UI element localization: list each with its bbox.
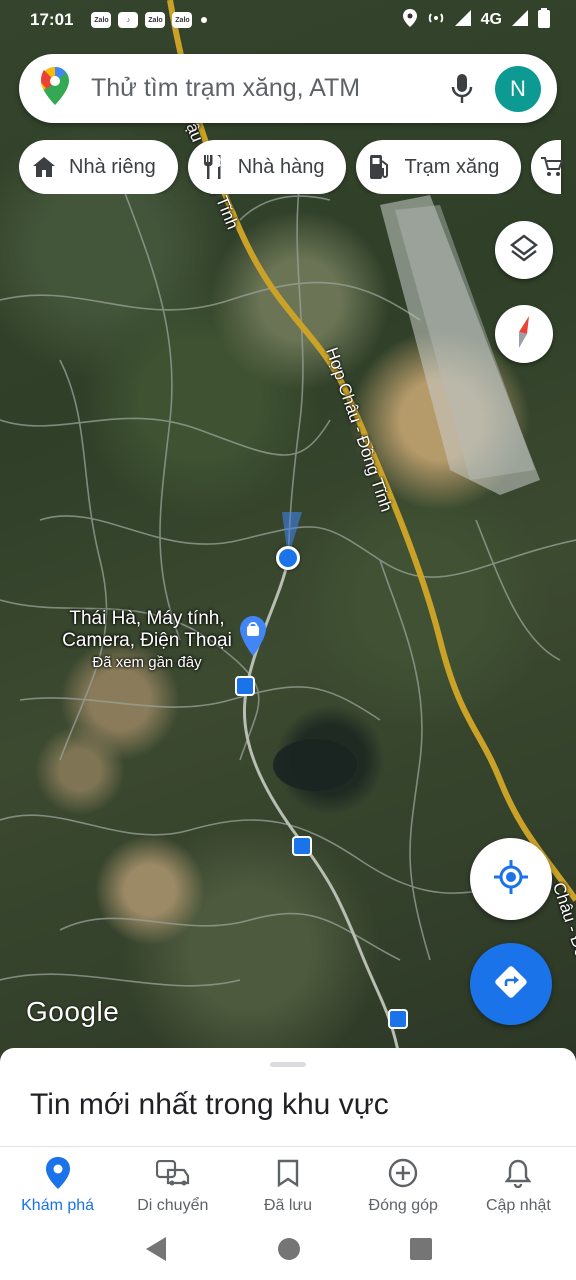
notification-zalo-icon: Zalo (172, 12, 193, 28)
bus-stop-icon[interactable] (388, 1009, 408, 1029)
bottom-navigation: Khám phá Di chuyển Đã lưu Đóng góp Cập n… (0, 1146, 576, 1222)
microphone-icon[interactable] (451, 73, 473, 104)
notification-zalo-icon: Zalo (91, 12, 112, 28)
compass-button[interactable] (495, 305, 553, 363)
google-logo: Google (26, 996, 120, 1027)
chip-label: Nhà hàng (237, 155, 325, 178)
directions-button[interactable] (470, 943, 552, 1025)
chip-gas-stations[interactable]: Trạm xăng (356, 140, 522, 194)
search-input[interactable]: Thử tìm trạm xăng, ATM (91, 74, 451, 103)
restaurant-icon (202, 155, 224, 179)
place-name-line1: Thái Hà, Máy tính, (69, 608, 225, 629)
bookmark-icon (277, 1157, 299, 1189)
directions-icon (494, 965, 528, 1004)
nav-label: Đóng góp (368, 1197, 438, 1214)
chip-restaurants[interactable]: Nhà hàng (187, 140, 347, 194)
more-notifications-dot (201, 17, 208, 23)
my-location-button[interactable] (470, 838, 552, 920)
nav-saved[interactable]: Đã lưu (230, 1147, 345, 1222)
bus-stop-icon[interactable] (235, 676, 255, 696)
chip-label: Trạm xăng (404, 155, 500, 178)
nav-updates[interactable]: Cập nhật (461, 1147, 576, 1222)
bottom-sheet[interactable]: Tin mới nhất trong khu vực (0, 1048, 576, 1148)
home-nav-icon[interactable] (277, 1237, 301, 1266)
data-signal-icon (512, 9, 528, 31)
place-name-line2: Camera, Điện Thoại (62, 630, 232, 651)
status-time: 17:01 (30, 10, 74, 29)
nav-label: Cập nhật (485, 1197, 551, 1214)
search-bar[interactable]: Thử tìm trạm xăng, ATM N (19, 54, 557, 123)
status-bar: 17:01 Zalo ♪ Zalo Zalo 4G (0, 0, 576, 40)
notification-tiktok-icon: ♪ (118, 12, 139, 28)
add-circle-icon (388, 1157, 418, 1189)
gas-station-icon (370, 155, 390, 179)
home-icon (33, 157, 55, 177)
place-label[interactable]: Thái Hà, Máy tính, Camera, Điện Thoại Đã… (52, 608, 242, 674)
compass-icon (511, 315, 537, 353)
back-icon[interactable] (144, 1236, 168, 1267)
sheet-drag-handle[interactable] (270, 1062, 306, 1067)
chip-shopping[interactable] (531, 140, 564, 194)
recents-icon[interactable] (409, 1237, 432, 1265)
chip-home[interactable]: Nhà riêng (19, 140, 178, 194)
category-chips: Nhà riêng Nhà hàng Trạm xăng (19, 140, 576, 194)
my-location-dot (276, 546, 300, 570)
battery-icon (538, 7, 550, 33)
nav-label: Di chuyển (137, 1197, 209, 1214)
chip-label: Nhà riêng (69, 155, 156, 178)
nav-explore[interactable]: Khám phá (0, 1147, 115, 1222)
nav-label: Đã lưu (263, 1197, 313, 1214)
network-type: 4G (480, 11, 502, 28)
signal-icon (454, 9, 471, 31)
sheet-title: Tin mới nhất trong khu vực (30, 1088, 389, 1121)
place-subtitle: Đã xem gần đây (92, 654, 202, 671)
shopping-cart-icon (541, 156, 564, 178)
system-navigation (0, 1222, 576, 1280)
location-status-icon (402, 8, 417, 32)
bus-stop-icon[interactable] (292, 836, 312, 856)
layers-button[interactable] (495, 221, 553, 279)
account-avatar[interactable]: N (495, 65, 541, 112)
crosshair-icon (494, 859, 528, 899)
commute-car-icon (155, 1157, 190, 1189)
bell-icon (505, 1157, 532, 1189)
explore-pin-icon (45, 1157, 70, 1189)
nav-commute[interactable]: Di chuyển (115, 1147, 230, 1222)
hotspot-icon (427, 9, 445, 32)
nav-label: Khám phá (21, 1197, 95, 1214)
nav-contribute[interactable]: Đóng góp (346, 1147, 461, 1222)
maps-logo-icon (41, 67, 69, 110)
notification-zalo-icon: Zalo (145, 12, 166, 28)
layers-icon (510, 234, 538, 267)
